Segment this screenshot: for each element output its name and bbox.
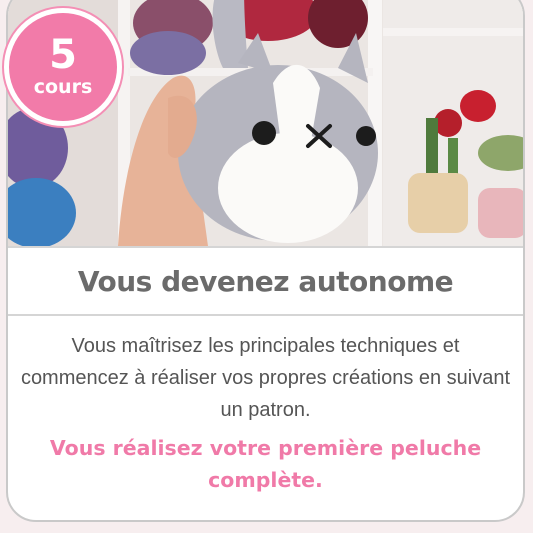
card-description: Vous maîtrisez les principales technique… (20, 335, 511, 421)
badge-number: 5 (49, 32, 77, 78)
badge-unit: cours (33, 76, 93, 98)
badge-inner: 5 cours (9, 13, 117, 121)
card-highlight: Vous réalisez votre première peluche com… (49, 436, 482, 492)
title-band: Vous devenez autonome (8, 246, 523, 316)
course-count-badge: 5 cours (2, 6, 124, 128)
card-title: Vous devenez autonome (77, 264, 454, 298)
